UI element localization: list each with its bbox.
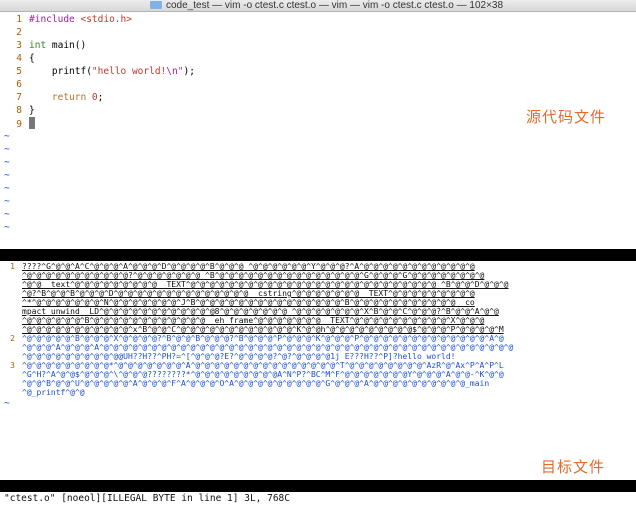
top-status-line: ctest.c 9,0-1 All — [0, 249, 636, 296]
line-number: 5 — [16, 66, 22, 77]
text-cursor — [29, 117, 35, 129]
line-number: 1 — [10, 262, 15, 271]
tilde-marker: ~ — [4, 222, 10, 233]
tilde-marker: ~ — [4, 209, 10, 220]
line-number: 3 — [16, 40, 22, 51]
source-line-7: 7 return 0; — [0, 91, 636, 104]
binary-content: ^@^@^@^A^@^@^@^A^@^@^@^@^@^@^@^@^@^@^@^@… — [22, 343, 514, 352]
binary-content: ^G^H?^A^@^@$^@^@^@^\^@^@^@????????*^@^@^… — [22, 370, 504, 379]
object-line: 3 ^@^@^@^@^@^@^@^@^@*^@^@^@^@^@^@^@^A^@^@… — [0, 361, 636, 370]
code-token: ); — [183, 66, 195, 77]
tilde-marker: ~ — [4, 144, 10, 155]
object-line: ^@^@ text^@^@^@^@^@^@^@^@^@ TEXT^@^@^@^@… — [0, 280, 636, 289]
code-token: return — [29, 92, 87, 103]
tilde-marker: ~ — [4, 131, 10, 142]
object-line: 2 ^@^@^@^@^@^B^@^@^@^X^@^@^@^@?^B^@^@^B^@… — [0, 334, 636, 343]
object-line: ^@^@^@^@^@^@^@^@^@^@@UH??H??^PH?=^[^@^@^… — [0, 352, 636, 361]
folder-icon — [150, 1, 162, 9]
line-number: 8 — [16, 105, 22, 116]
binary-content: ^@^@^@^@^@^@^@^@^@*^@^@^@^@^@^@^@^A^@^@^… — [22, 361, 504, 370]
tilde-marker: ~ — [4, 157, 10, 168]
binary-content: ????^G^@^@^A^C^@^@^@^A^@^@^@^D^@^@^@^@^B… — [22, 262, 475, 271]
bottom-status-line: ctest.o [RO] — [0, 480, 636, 503]
tilde-marker: ~ — [4, 183, 10, 194]
line-number: 4 — [16, 53, 22, 64]
binary-content: ^@^@^@^@^@^@^@^@^@^@@UH??H??^PH?=^[^@^@^… — [22, 352, 456, 361]
code-token: } — [29, 105, 35, 116]
empty-lines: ~ ~ ~ ~ ~ ~ ~ ~ — [0, 130, 636, 234]
line-number: 3 — [10, 361, 15, 370]
binary-content: ^@^@^@^@^@^B^@^@^@^X^@^@^@^@?^B^@^@^B^@^… — [22, 334, 504, 343]
code-token: int — [29, 40, 47, 51]
code-token: { — [29, 53, 35, 64]
source-pane[interactable]: 1 #include <stdio.h> 2 3 int main() 4{ 5 p… — [0, 13, 636, 247]
line-number: 1 — [16, 14, 22, 25]
binary-content: ^@^@^@^@^@^@^@^@^@^@^@?^@^@^@^@^@^@^@ ^B… — [22, 271, 485, 280]
code-token: printf( — [29, 66, 92, 77]
object-line: mpact_unwind LD^@^@^@^@^@^@^@^@^@^@^@^@8… — [0, 307, 636, 316]
code-token: 0 — [86, 92, 98, 103]
binary-content: ^@_printf^@^@ — [22, 388, 85, 397]
binary-content: ^@?^B^@^@^B^@^@^@^D^@^@^@^@^@^@^@^@^@^@^… — [22, 289, 475, 298]
object-line: ^@^@^@^@^@^@^@^@^@^@^@?^@^@^@^@^@^@^@ ^B… — [0, 271, 636, 280]
source-line-1: 1 #include <stdio.h> — [0, 13, 636, 26]
source-line-6: 6 — [0, 78, 636, 91]
tilde-marker: ~ — [4, 196, 10, 207]
source-file-annotation: 源代码文件 — [526, 108, 607, 126]
line-number: 2 — [10, 334, 15, 343]
binary-content: ^@^@ text^@^@^@^@^@^@^@^@^@ TEXT^@^@^@^@… — [22, 280, 509, 289]
source-line-4: 4{ — [0, 52, 636, 65]
binary-content: ^@^@^@^@^@^@^@^@^@^@^@^x^B^@^@^C^@^@^@^@… — [22, 325, 504, 334]
source-line-5: 5 printf("hello world!\n"); — [0, 65, 636, 78]
object-line: ^G^H?^A^@^@$^@^@^@^\^@^@^@????????*^@^@^… — [0, 370, 636, 379]
line-number: 6 — [16, 79, 22, 90]
binary-content: mpact_unwind LD^@^@^@^@^@^@^@^@^@^@^@^@8… — [22, 307, 499, 316]
object-line: ^@^@^@^@^@^@^B^@^@^@^@^@^@^@^@^@^@^@^@ e… — [0, 316, 636, 325]
object-pane[interactable]: 1 ????^G^@^@^A^C^@^@^@^A^@^@^@^D^@^@^@^@^… — [0, 262, 636, 480]
source-line-2: 2 — [0, 26, 636, 39]
object-line: 1 ????^G^@^@^A^C^@^@^@^A^@^@^@^D^@^@^@^@^… — [0, 262, 636, 271]
object-line: ^@^@^@^A^@^@^@^A^@^@^@^@^@^@^@^@^@^@^@^@… — [0, 343, 636, 352]
command-line-message: "ctest.o" [noeol][ILLEGAL BYTE in line 1… — [4, 493, 290, 504]
object-line: ^@?^B^@^@^B^@^@^@^D^@^@^@^@^@^@^@^@^@^@^… — [0, 289, 636, 298]
object-line: ^@^@^B^@^@^U^@^@^@^@^@^A^@^@^@^F^A^@^@^@… — [0, 379, 636, 388]
object-line: ^*^@^@^@^@^@^@^@^N^@^@^@^@^@^@^@^J^B^@^@… — [0, 298, 636, 307]
object-line: ^@_printf^@^@ — [0, 388, 636, 397]
code-token: #include — [29, 14, 75, 25]
code-token: main() — [46, 40, 87, 51]
object-file-annotation: 目标文件 — [541, 458, 606, 476]
window-titlebar[interactable]: code_test — vim -o ctest.c ctest.o — vim… — [0, 0, 636, 12]
line-number: 2 — [16, 27, 22, 38]
source-line-3: 3 int main() — [0, 39, 636, 52]
object-line: ^@^@^@^@^@^@^@^@^@^@^@^x^B^@^@^C^@^@^@^@… — [0, 325, 636, 334]
object-lines: 1 ????^G^@^@^A^C^@^@^@^A^@^@^@^D^@^@^@^@^… — [0, 262, 636, 397]
window-title: code_test — vim -o ctest.c ctest.o — vim… — [166, 0, 504, 11]
tilde-marker: ~ — [4, 170, 10, 181]
code-token: <stdio.h> — [74, 14, 132, 25]
binary-content: ^*^@^@^@^@^@^@^@^N^@^@^@^@^@^@^@^J^B^@^@… — [22, 298, 475, 307]
binary-content: ^@^@^B^@^@^U^@^@^@^@^@^A^@^@^@^F^A^@^@^@… — [22, 379, 490, 388]
code-token: \n — [166, 66, 178, 77]
code-token: "hello world! — [91, 66, 167, 77]
tilde-marker: ~ — [4, 398, 10, 409]
binary-content: ^@^@^@^@^@^@^B^@^@^@^@^@^@^@^@^@^@^@^@ e… — [22, 316, 485, 325]
code-token: ; — [97, 92, 104, 103]
line-number: 7 — [16, 92, 22, 103]
